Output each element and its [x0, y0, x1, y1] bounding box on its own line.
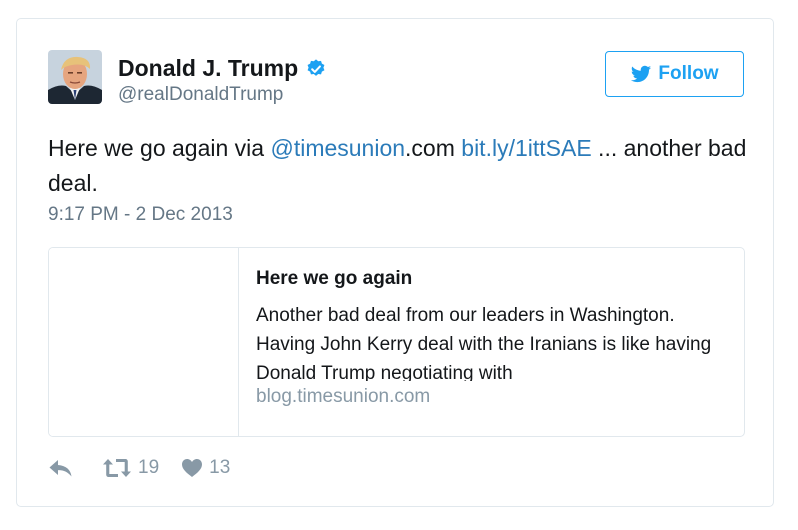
tweet-card: Donald J. Trump @realDonaldTrump Follow … — [16, 18, 774, 507]
tweet-text-part-1: Here we go again via — [48, 135, 271, 161]
verified-badge-icon — [307, 58, 325, 76]
preview-title: Here we go again — [256, 268, 413, 289]
follow-button[interactable]: Follow — [605, 51, 744, 97]
reply-button[interactable] — [48, 457, 74, 479]
twitter-bird-icon — [631, 65, 652, 83]
author-name[interactable]: Donald J. Trump — [118, 55, 298, 82]
author-handle[interactable]: @realDonaldTrump — [118, 84, 283, 106]
short-url-link[interactable]: bit.ly/1ittSAE — [461, 135, 591, 161]
tweet-timestamp[interactable]: 9:17 PM - 2 Dec 2013 — [48, 204, 233, 226]
follow-button-label: Follow — [658, 63, 719, 84]
retweet-button[interactable]: 19 — [102, 457, 159, 479]
preview-image — [49, 248, 239, 436]
like-count: 13 — [209, 457, 231, 478]
link-preview-card[interactable]: Here we go again Another bad deal from o… — [48, 247, 745, 437]
preview-domain: blog.timesunion.com — [256, 386, 431, 407]
avatar[interactable] — [48, 50, 102, 104]
heart-icon — [182, 459, 203, 477]
tweet-text: Here we go again via @timesunion.com bit… — [48, 131, 748, 201]
avatar-portrait — [48, 50, 102, 104]
author-name-row: Donald J. Trump — [118, 55, 327, 82]
tweet-text-part-2: .com — [405, 135, 462, 161]
like-button[interactable]: 13 — [181, 457, 230, 479]
mention-link[interactable]: @timesunion — [270, 135, 405, 161]
preview-body: Here we go again Another bad deal from o… — [256, 265, 734, 409]
reply-icon — [49, 460, 72, 477]
preview-description: Another bad deal from our leaders in Was… — [256, 305, 712, 381]
tweet-actions: 19 13 — [48, 457, 230, 479]
retweet-icon — [103, 459, 131, 477]
retweet-count: 19 — [138, 457, 160, 478]
